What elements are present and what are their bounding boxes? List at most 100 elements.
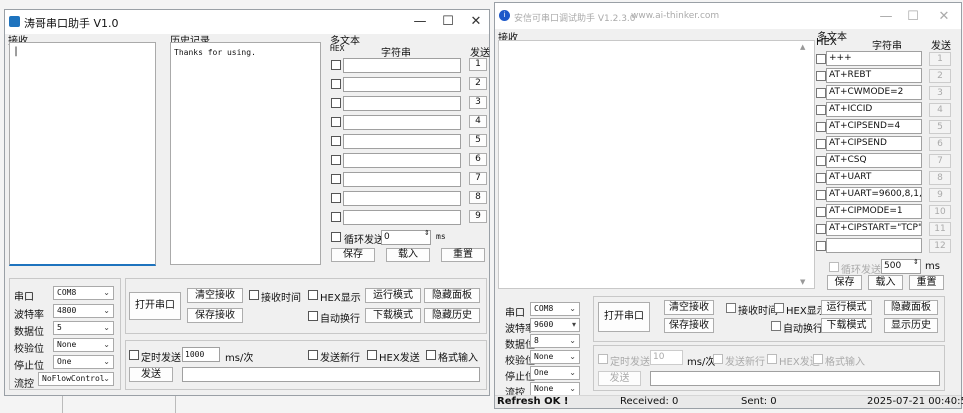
hex-checkbox[interactable] xyxy=(816,105,826,115)
close-icon[interactable]: ✕ xyxy=(929,8,959,26)
send-row-button[interactable]: 1 xyxy=(469,58,487,71)
send-row-button[interactable]: 7 xyxy=(929,154,951,168)
send-row-button[interactable]: 11 xyxy=(929,222,951,236)
maximize-icon[interactable]: ☐ xyxy=(898,8,928,26)
left-title-bar[interactable]: 涛哥串口助手 V1.0 — ☐ ✕ xyxy=(5,10,489,34)
send-button[interactable]: 发送 xyxy=(598,371,641,386)
spin-arrows-icon[interactable]: ⇕ xyxy=(424,229,430,237)
hex-checkbox[interactable] xyxy=(816,139,826,149)
send-row-button[interactable]: 9 xyxy=(929,188,951,202)
send-row-button[interactable]: 9 xyxy=(469,210,487,223)
send-row-button[interactable]: 8 xyxy=(929,171,951,185)
load-button[interactable]: 载入 xyxy=(868,275,903,290)
hex-checkbox[interactable] xyxy=(816,156,826,166)
hex-checkbox[interactable] xyxy=(331,155,341,165)
hex-checkbox[interactable] xyxy=(331,60,341,70)
baud-select[interactable]: 9600 ▾ xyxy=(530,318,580,332)
command-input[interactable] xyxy=(826,238,922,253)
minimize-icon[interactable]: — xyxy=(871,8,901,26)
command-input[interactable] xyxy=(343,153,461,168)
send-input[interactable] xyxy=(650,371,940,386)
command-input[interactable] xyxy=(343,96,461,111)
save-button[interactable]: 保存 xyxy=(331,248,375,262)
load-button[interactable]: 载入 xyxy=(386,248,430,262)
maximize-icon[interactable]: ☐ xyxy=(433,13,463,31)
flow-select[interactable]: NoFlowControl ⌄ xyxy=(38,372,114,386)
send-row-button[interactable]: 4 xyxy=(929,103,951,117)
history-textarea[interactable]: Thanks for using. xyxy=(170,42,321,265)
command-input[interactable]: +++ xyxy=(826,51,922,66)
hex-checkbox[interactable] xyxy=(816,71,826,81)
stopbits-select[interactable]: One ⌄ xyxy=(53,355,114,369)
reset-button[interactable]: 重置 xyxy=(909,275,944,290)
hex-checkbox[interactable] xyxy=(331,174,341,184)
databits-select[interactable]: 8 ⌄ xyxy=(530,334,580,348)
download-mode-button[interactable]: 下载模式 xyxy=(365,308,421,323)
send-input[interactable] xyxy=(182,367,480,382)
hex-checkbox[interactable] xyxy=(331,79,341,89)
recv-time-checkbox[interactable] xyxy=(726,303,736,313)
command-input[interactable]: AT+REBT xyxy=(826,68,922,83)
timed-send-checkbox[interactable] xyxy=(598,354,608,364)
command-input[interactable]: AT+UART=9600,8,1,NONE xyxy=(826,187,922,202)
send-row-button[interactable]: 5 xyxy=(469,134,487,147)
send-row-button[interactable]: 2 xyxy=(929,69,951,83)
send-row-button[interactable]: 1 xyxy=(929,52,951,66)
command-input[interactable] xyxy=(343,58,461,73)
hex-checkbox[interactable] xyxy=(331,98,341,108)
command-input[interactable]: AT+CIPSEND xyxy=(826,136,922,151)
hex-checkbox[interactable] xyxy=(331,193,341,203)
send-row-button[interactable]: 6 xyxy=(929,137,951,151)
timed-interval-input[interactable]: 10 xyxy=(650,350,683,365)
send-row-button[interactable]: 3 xyxy=(929,86,951,100)
hex-checkbox[interactable] xyxy=(331,212,341,222)
hex-checkbox[interactable] xyxy=(816,207,826,217)
baud-select[interactable]: 4800 ⌄ xyxy=(53,304,114,318)
run-mode-button[interactable]: 运行模式 xyxy=(821,300,872,315)
hex-checkbox[interactable] xyxy=(816,88,826,98)
command-input[interactable] xyxy=(343,172,461,187)
scroll-up-icon[interactable]: ▲ xyxy=(800,43,805,51)
clear-receive-button[interactable]: 清空接收 xyxy=(187,288,243,303)
format-input-checkbox[interactable] xyxy=(813,354,823,364)
hex-checkbox[interactable] xyxy=(816,190,826,200)
port-select[interactable]: COM8 ⌄ xyxy=(53,286,114,300)
send-row-button[interactable]: 5 xyxy=(929,120,951,134)
command-input[interactable] xyxy=(343,77,461,92)
databits-select[interactable]: 5 ⌄ xyxy=(53,321,114,335)
clear-receive-button[interactable]: 清空接收 xyxy=(664,300,714,315)
spin-arrows-icon[interactable]: ⇕ xyxy=(913,258,919,266)
hex-send-checkbox[interactable] xyxy=(367,350,377,360)
minimize-icon[interactable]: — xyxy=(405,13,435,31)
timed-interval-input[interactable]: 1000 xyxy=(182,347,220,362)
send-row-button[interactable]: 12 xyxy=(929,239,951,253)
send-row-button[interactable]: 2 xyxy=(469,77,487,90)
receive-textarea[interactable] xyxy=(498,40,815,289)
send-row-button[interactable]: 4 xyxy=(469,115,487,128)
hide-history-button[interactable]: 隐藏历史 xyxy=(424,308,480,323)
stopbits-select[interactable]: One ⌄ xyxy=(530,366,580,380)
command-input[interactable]: AT+CIPSEND=4 xyxy=(826,119,922,134)
run-mode-button[interactable]: 运行模式 xyxy=(365,288,421,303)
auto-wrap-checkbox[interactable] xyxy=(308,311,318,321)
port-select[interactable]: COM8 ⌄ xyxy=(530,302,580,316)
reset-button[interactable]: 重置 xyxy=(441,248,485,262)
send-row-button[interactable]: 8 xyxy=(469,191,487,204)
right-title-bar[interactable]: i 安信可串口调试助手 V1.2.3.0 www.ai-thinker.com … xyxy=(495,3,961,29)
send-row-button[interactable]: 6 xyxy=(469,153,487,166)
hex-display-checkbox[interactable] xyxy=(308,290,318,300)
scroll-down-icon[interactable]: ▼ xyxy=(800,278,805,286)
hex-checkbox[interactable] xyxy=(816,122,826,132)
loop-send-checkbox[interactable] xyxy=(331,232,341,242)
send-newline-checkbox[interactable] xyxy=(713,354,723,364)
send-newline-checkbox[interactable] xyxy=(308,350,318,360)
timed-send-checkbox[interactable] xyxy=(129,350,139,360)
hex-checkbox[interactable] xyxy=(816,54,826,64)
receive-textarea[interactable]: | xyxy=(9,42,156,266)
hex-send-checkbox[interactable] xyxy=(767,354,777,364)
command-input[interactable]: AT+CSQ xyxy=(826,153,922,168)
download-mode-button[interactable]: 下载模式 xyxy=(821,318,872,333)
hex-checkbox[interactable] xyxy=(816,173,826,183)
open-port-button[interactable]: 打开串口 xyxy=(129,292,181,320)
parity-select[interactable]: None ⌄ xyxy=(53,338,114,352)
